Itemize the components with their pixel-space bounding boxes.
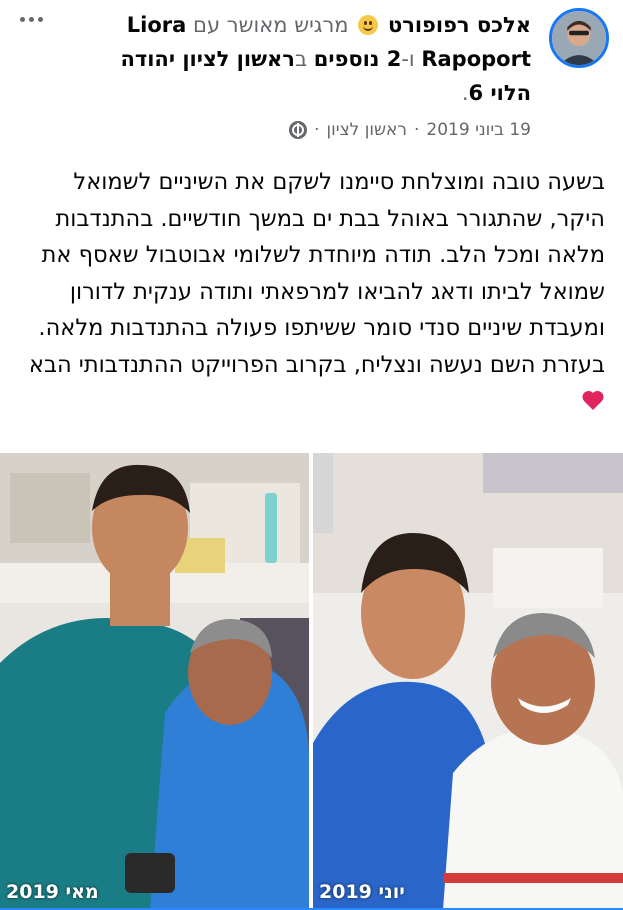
others-link[interactable]: 2 נוספים: [314, 47, 402, 71]
globe-icon[interactable]: [289, 121, 308, 139]
photo-after-label: יוני 2019: [319, 881, 405, 903]
more-options-icon[interactable]: [14, 10, 48, 28]
avatar[interactable]: [549, 8, 609, 68]
place-prefix: ב: [294, 47, 308, 71]
connector-text: ו-: [401, 47, 415, 71]
heart-icon: [582, 390, 604, 410]
smile-emoji-icon: [358, 15, 379, 35]
photo-before-image: [0, 453, 309, 910]
period: .: [461, 81, 469, 105]
post-location[interactable]: ראשון לציון: [327, 120, 407, 140]
avatar-photo: [552, 11, 606, 65]
photo-before-label: מאי 2019: [6, 881, 99, 903]
facebook-post: אלכס רפופורט מרגיש מאושר עם Liora Rapopo…: [0, 0, 623, 910]
photo-before[interactable]: מאי 2019: [0, 453, 309, 910]
post-body: בשעה טובה ומוצלחת סיימנו לשקם את השיניים…: [28, 169, 605, 378]
photo-grid: מאי 2019 יוני 2019: [0, 453, 623, 910]
post-text: בשעה טובה ומוצלחת סיימנו לשקם את השיניים…: [18, 164, 605, 420]
meta-separator: ·: [414, 120, 420, 140]
meta-separator-2: ·: [314, 120, 320, 140]
photo-after[interactable]: יוני 2019: [313, 453, 623, 910]
post-meta: 19 ביוני 2019 · ראשון לציון ·: [289, 120, 531, 140]
author-name[interactable]: אלכס רפופורט: [388, 13, 531, 37]
post-header: אלכס רפופורט מרגיש מאושר עם Liora Rapopo…: [101, 8, 531, 110]
photo-after-image: [313, 453, 623, 910]
post-date[interactable]: 19 ביוני 2019: [426, 120, 531, 140]
feeling-text: מרגיש מאושר עם: [193, 13, 349, 37]
